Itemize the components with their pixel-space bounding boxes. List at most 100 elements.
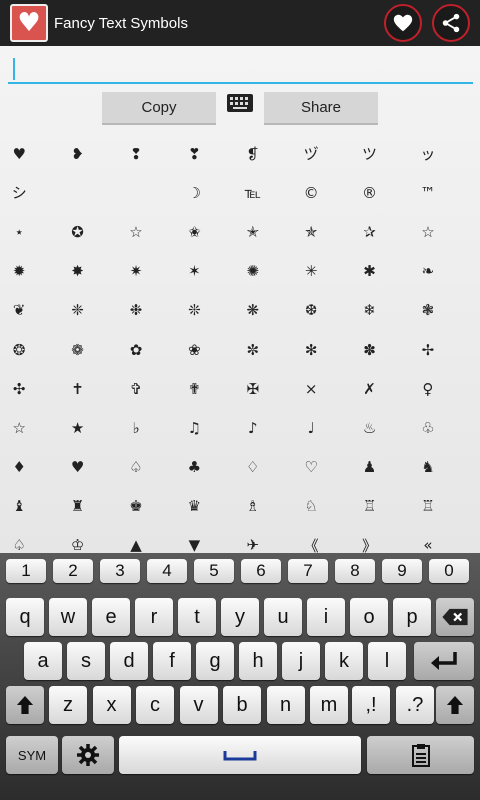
letter-key-q[interactable]: q: [6, 598, 44, 636]
share-button[interactable]: Share: [264, 92, 378, 125]
letter-key-j[interactable]: j: [282, 642, 320, 680]
symbol-cell[interactable]: ❈: [58, 301, 116, 319]
symbol-cell[interactable]: «: [409, 536, 467, 553]
symbol-cell[interactable]: ♛: [175, 497, 233, 515]
symbol-cell[interactable]: ♖: [409, 497, 467, 515]
symbol-cell[interactable]: ✻: [292, 341, 350, 359]
copy-button[interactable]: Copy: [102, 92, 216, 125]
number-key-9[interactable]: 9: [382, 559, 422, 583]
symbol-cell[interactable]: ❆: [292, 301, 350, 319]
letter-key-g[interactable]: g: [196, 642, 234, 680]
symbol-cell[interactable]: ♜: [58, 497, 116, 515]
letter-key-m[interactable]: m: [310, 686, 348, 724]
symbol-cell[interactable]: ♪: [234, 419, 292, 437]
period-question-key[interactable]: .?: [396, 686, 434, 724]
symbol-cell[interactable]: ✱: [350, 262, 408, 280]
symbol-cell[interactable]: ©: [292, 184, 350, 202]
comma-exclaim-key[interactable]: ,!: [352, 686, 390, 724]
symbol-text-input[interactable]: [8, 54, 473, 84]
letter-key-c[interactable]: c: [136, 686, 174, 724]
symbol-cell[interactable]: 》: [350, 535, 408, 553]
symbol-cell[interactable]: ❃: [409, 301, 467, 319]
symbol-cell[interactable]: ✢: [409, 341, 467, 359]
number-key-6[interactable]: 6: [241, 559, 281, 583]
letter-key-e[interactable]: e: [92, 598, 130, 636]
symbol-cell[interactable]: ®: [350, 184, 408, 202]
shift-key-left[interactable]: [6, 686, 44, 724]
symbol-cell[interactable]: ♡: [292, 458, 350, 476]
symbol-cell[interactable]: ❦: [0, 301, 58, 319]
letter-key-u[interactable]: u: [264, 598, 302, 636]
letter-key-f[interactable]: f: [153, 642, 191, 680]
symbol-cell[interactable]: ♢: [234, 458, 292, 476]
symbol-cell[interactable]: ☆: [117, 223, 175, 241]
symbol-cell[interactable]: ✪: [58, 223, 116, 241]
symbol-cell[interactable]: ♥: [58, 458, 116, 476]
sym-key[interactable]: SYM: [6, 736, 58, 774]
symbol-cell[interactable]: ❀: [175, 341, 233, 359]
number-key-2[interactable]: 2: [53, 559, 93, 583]
symbol-cell[interactable]: ☆: [409, 223, 467, 241]
share-action-button[interactable]: [432, 4, 470, 42]
symbol-cell[interactable]: ♔: [58, 536, 116, 553]
symbol-cell[interactable]: ♟: [350, 458, 408, 476]
symbol-cell[interactable]: ✷: [117, 262, 175, 280]
symbol-cell[interactable]: ★: [58, 419, 116, 437]
symbol-cell[interactable]: ❄: [350, 301, 408, 319]
symbol-cell[interactable]: ♦: [0, 458, 58, 476]
symbol-cell[interactable]: ♧: [409, 419, 467, 437]
symbol-cell[interactable]: ♣: [175, 458, 233, 476]
symbol-cell[interactable]: ✣: [0, 380, 58, 398]
symbol-cell[interactable]: ❥: [58, 145, 116, 163]
symbol-cell[interactable]: ♥: [0, 145, 58, 163]
number-key-7[interactable]: 7: [288, 559, 328, 583]
symbol-cell[interactable]: ✝: [58, 380, 116, 398]
symbol-cell[interactable]: ✗: [350, 380, 408, 398]
enter-key[interactable]: [414, 642, 474, 680]
letter-key-x[interactable]: x: [92, 686, 131, 724]
keyboard-icon[interactable]: [227, 94, 253, 112]
letter-key-w[interactable]: w: [49, 598, 87, 636]
symbol-cell[interactable]: ❁: [58, 341, 116, 359]
letter-key-b[interactable]: b: [223, 686, 261, 724]
symbol-cell[interactable]: ✞: [117, 380, 175, 398]
symbol-cell[interactable]: ❡: [234, 145, 292, 163]
letter-key-d[interactable]: d: [110, 642, 148, 680]
symbol-cell[interactable]: ✿: [117, 341, 175, 359]
letter-key-v[interactable]: v: [179, 686, 218, 724]
symbol-cell[interactable]: ✯: [292, 223, 350, 241]
symbol-cell[interactable]: ✰: [350, 223, 408, 241]
symbol-cell[interactable]: ✺: [234, 262, 292, 280]
symbol-cell[interactable]: ♝: [0, 497, 58, 515]
letter-key-t[interactable]: t: [178, 598, 216, 636]
space-key[interactable]: [119, 736, 361, 774]
symbol-cell[interactable]: ッ: [409, 143, 467, 164]
symbol-cell[interactable]: ❧: [409, 262, 467, 280]
symbol-cell[interactable]: ♫: [175, 419, 233, 437]
symbol-cell[interactable]: ヅ: [292, 143, 350, 164]
letter-key-o[interactable]: o: [350, 598, 388, 636]
symbol-cell[interactable]: ✳: [292, 262, 350, 280]
symbol-cell[interactable]: ♀: [409, 380, 467, 398]
symbol-cell[interactable]: ℡: [234, 184, 292, 202]
symbol-cell[interactable]: ♤: [117, 458, 175, 476]
symbol-cell[interactable]: ♚: [117, 497, 175, 515]
letter-key-p[interactable]: p: [393, 598, 431, 636]
letter-key-y[interactable]: y: [221, 598, 259, 636]
letter-key-r[interactable]: r: [135, 598, 173, 636]
number-key-0[interactable]: 0: [429, 559, 469, 583]
symbol-cell[interactable]: ✶: [175, 262, 233, 280]
symbol-cell[interactable]: ×: [292, 380, 350, 398]
symbol-cell[interactable]: ツ: [350, 143, 408, 164]
favorite-button[interactable]: [384, 4, 422, 42]
symbol-cell[interactable]: ▼: [175, 536, 233, 553]
symbol-cell[interactable]: 《: [292, 535, 350, 553]
symbol-cell[interactable]: ✹: [0, 262, 58, 280]
symbol-cell[interactable]: ✟: [175, 380, 233, 398]
symbol-cell[interactable]: ⋆: [0, 223, 58, 241]
settings-key[interactable]: [62, 736, 114, 774]
symbol-cell[interactable]: ♞: [409, 458, 467, 476]
number-key-1[interactable]: 1: [6, 559, 46, 583]
symbol-cell[interactable]: ✠: [234, 380, 292, 398]
letter-key-z[interactable]: z: [49, 686, 87, 724]
